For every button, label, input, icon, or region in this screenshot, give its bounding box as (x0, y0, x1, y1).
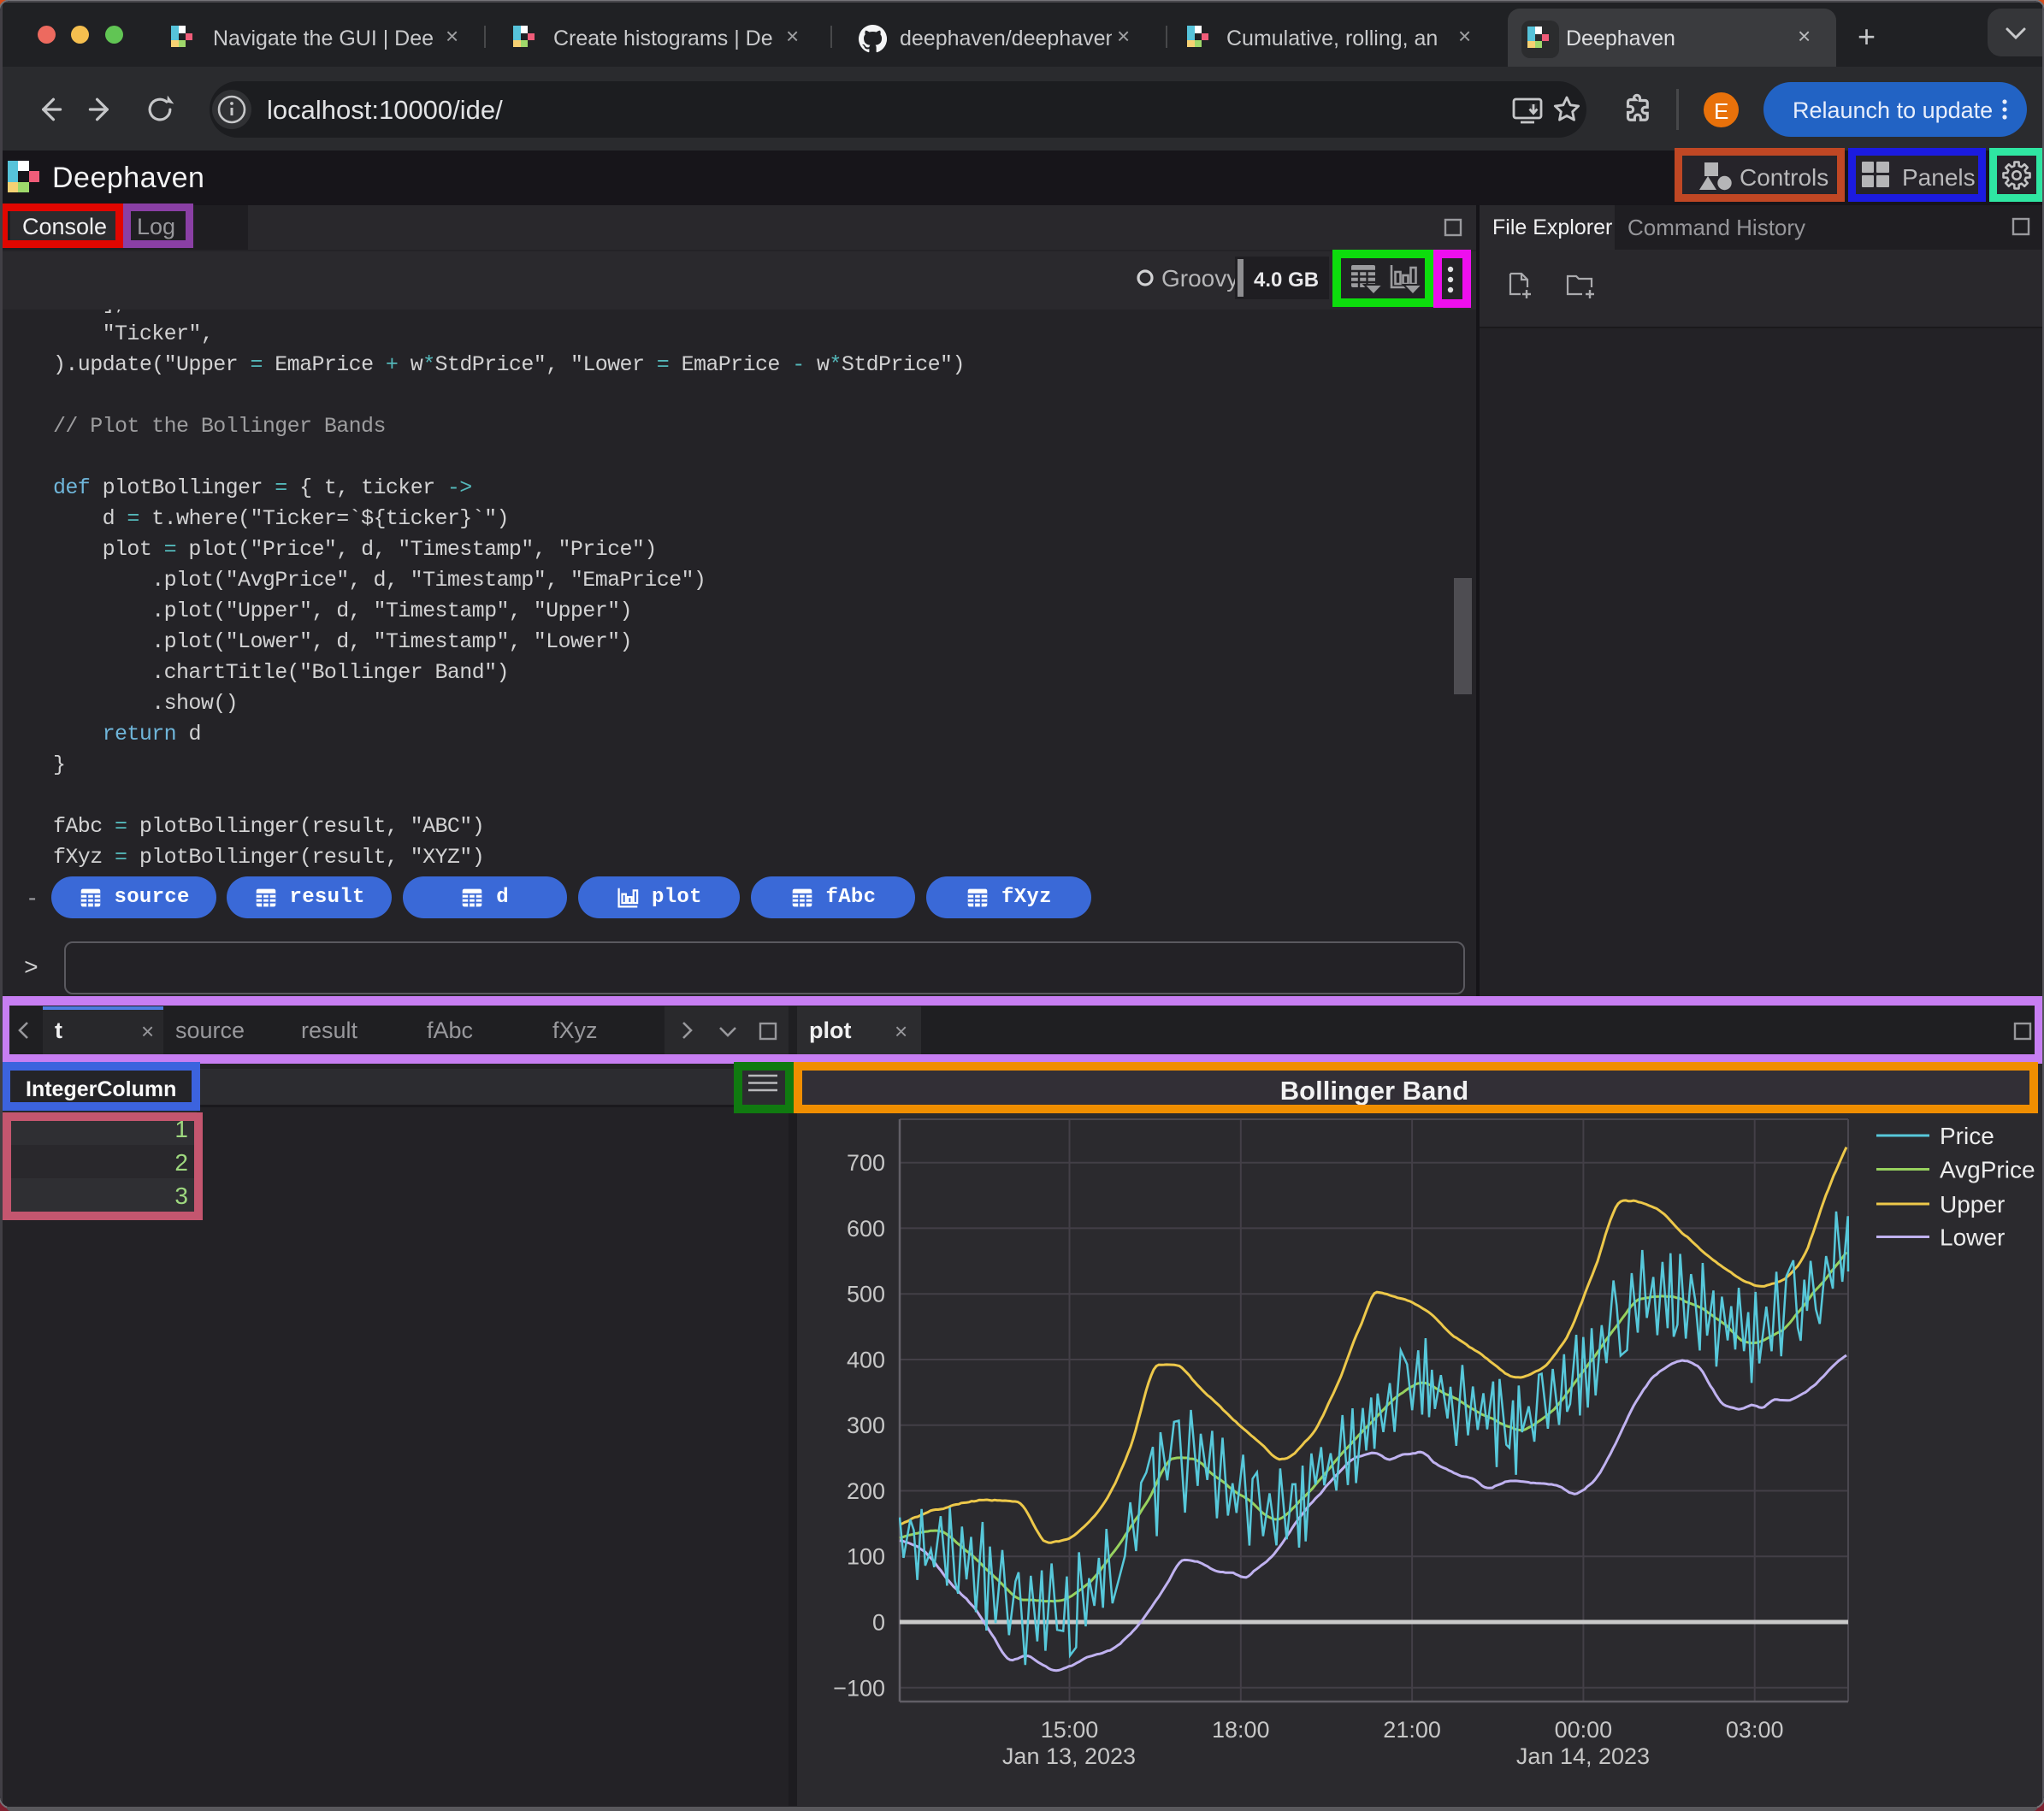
svg-text:03:00: 03:00 (1726, 1717, 1784, 1743)
svg-text:700: 700 (847, 1150, 885, 1176)
svg-text:400: 400 (847, 1348, 885, 1373)
svg-text:100: 100 (847, 1544, 885, 1570)
svg-text:−100: −100 (833, 1675, 885, 1701)
svg-text:15:00: 15:00 (1041, 1717, 1099, 1743)
svg-text:Jan 13, 2023: Jan 13, 2023 (1002, 1743, 1136, 1769)
svg-text:00:00: 00:00 (1555, 1717, 1613, 1743)
svg-text:500: 500 (847, 1282, 885, 1307)
svg-text:600: 600 (847, 1216, 885, 1242)
svg-text:Jan 14, 2023: Jan 14, 2023 (1516, 1743, 1650, 1769)
svg-text:Lower: Lower (1940, 1224, 2005, 1251)
svg-text:18:00: 18:00 (1212, 1717, 1270, 1743)
svg-text:0: 0 (872, 1610, 885, 1636)
svg-text:200: 200 (847, 1478, 885, 1504)
svg-text:21:00: 21:00 (1383, 1717, 1441, 1743)
svg-text:Price: Price (1940, 1123, 1994, 1149)
svg-text:Upper: Upper (1940, 1191, 2005, 1218)
svg-text:300: 300 (847, 1413, 885, 1438)
svg-text:AvgPrice: AvgPrice (1940, 1157, 2035, 1183)
